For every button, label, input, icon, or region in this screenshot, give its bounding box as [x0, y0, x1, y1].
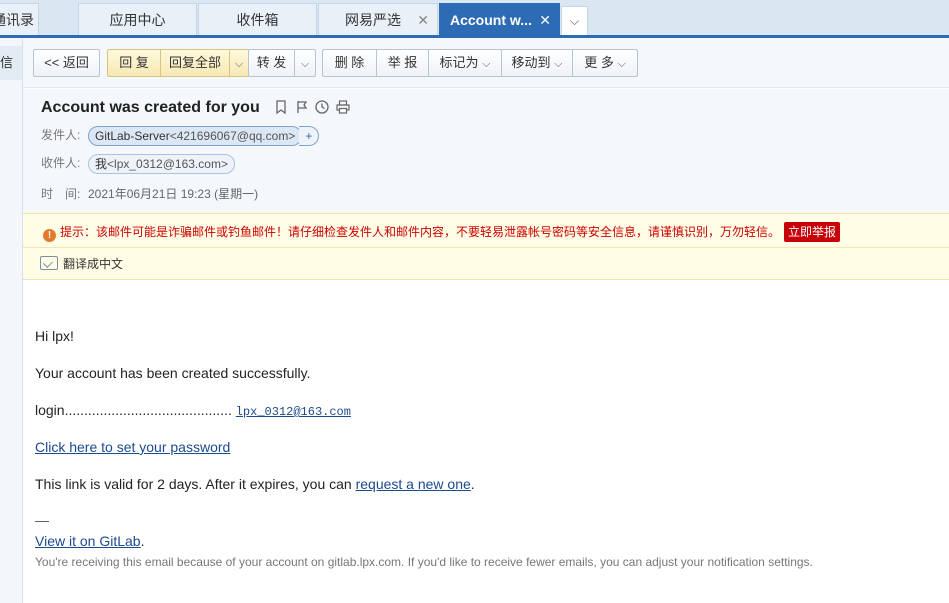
print-icon[interactable]: [336, 100, 350, 114]
time-label: 时 间:: [41, 187, 81, 201]
request-new-link[interactable]: request a new one: [356, 476, 471, 492]
recipient-row: 收件人: 我<lpx_0312@163.com>: [41, 154, 235, 174]
time-value: 2021年06月21日 19:23 (星期一): [88, 187, 259, 201]
footer-note: You're receiving this email because of y…: [35, 555, 813, 569]
login-label: login...................................…: [35, 402, 232, 418]
close-icon[interactable]: ✕: [417, 4, 429, 35]
mark-as-button[interactable]: 标记为 ⌵: [428, 49, 502, 77]
mail-header: Account was created for you 发件人: GitLab-S…: [23, 89, 949, 213]
chevron-down-icon: ⌵: [617, 58, 626, 70]
login-email-link[interactable]: lpx_0312@163.com: [236, 405, 351, 419]
reply-all-button[interactable]: 回复全部: [160, 49, 230, 77]
set-password-link[interactable]: Click here to set your password: [35, 439, 230, 455]
time-row: 时 间: 2021年06月21日 19:23 (星期一): [41, 185, 258, 202]
chevron-down-icon: ⌵: [300, 58, 310, 70]
signature-dash: —: [35, 512, 49, 528]
validity-line: This link is valid for 2 days. After it …: [35, 476, 475, 492]
translate-link[interactable]: 翻译成中文: [40, 255, 123, 273]
forward-button[interactable]: 转 发: [248, 49, 295, 77]
validity-text: This link is valid for 2 days. After it …: [35, 476, 356, 492]
tab-bar: 通讯录 应用中心 收件箱 网易严选 ✕ Account w... ✕ ⌵: [0, 0, 949, 38]
move-to-button[interactable]: 移动到 ⌵: [501, 49, 573, 77]
gitlab-end: .: [140, 533, 145, 549]
recipient-name: 我: [95, 157, 108, 171]
warning-line: ! 提示：该邮件可能是诈骗邮件或钓鱼邮件！请仔细检查发件人和邮件内容，不要轻易泄露…: [43, 222, 841, 242]
set-password-line: Click here to set your password: [35, 439, 230, 455]
translate-label: 翻译成中文: [63, 257, 124, 271]
close-icon[interactable]: ✕: [539, 4, 551, 35]
back-button[interactable]: << 返回: [33, 49, 100, 77]
phishing-warning: ! 提示：该邮件可能是诈骗邮件或钓鱼邮件！请仔细检查发件人和邮件内容，不要轻易泄露…: [23, 213, 949, 280]
divider: [23, 247, 949, 248]
sender-chip[interactable]: GitLab-Server<421696067@qq.com>: [88, 126, 303, 146]
tab-label: 应用中心: [109, 12, 166, 28]
forward-dropdown[interactable]: ⌵: [294, 49, 316, 77]
add-contact-button[interactable]: +: [299, 126, 320, 146]
gitlab-line: View it on GitLab.: [35, 533, 144, 549]
chevron-down-icon[interactable]: ⌵: [561, 6, 588, 35]
flag-icon[interactable]: [295, 100, 309, 114]
warning-text: 提示：该邮件可能是诈骗邮件或钓鱼邮件！请仔细检查发件人和邮件内容，不要轻易泄露帐…: [60, 225, 781, 239]
tab-label: 通讯录: [0, 12, 34, 28]
reply-all-dropdown[interactable]: ⌵: [229, 49, 249, 77]
sender-row: 发件人: GitLab-Server<421696067@qq.com> +: [41, 126, 320, 146]
more-button[interactable]: 更 多 ⌵: [572, 49, 638, 77]
report-button[interactable]: 举 报: [376, 49, 429, 77]
tab-account-email[interactable]: Account w... ✕: [439, 3, 560, 35]
body-line: Your account has been created successful…: [35, 365, 311, 381]
sender-address: <421696067@qq.com>: [169, 129, 296, 143]
warning-icon: !: [43, 229, 56, 242]
translate-icon: [40, 256, 58, 270]
tab-inbox[interactable]: 收件箱: [198, 3, 317, 35]
login-line: login...................................…: [35, 402, 351, 419]
move-to-label: 移动到: [511, 55, 551, 70]
chevron-down-icon: ⌵: [482, 58, 491, 70]
tab-yanxuan[interactable]: 网易严选 ✕: [318, 3, 438, 35]
chevron-down-icon: ⌵: [234, 58, 244, 70]
validity-end: .: [470, 476, 475, 492]
tab-app-center[interactable]: 应用中心: [78, 3, 197, 35]
tab-contacts[interactable]: 通讯录: [0, 3, 39, 35]
sidebar-item[interactable]: 信: [0, 46, 22, 80]
report-now-button[interactable]: 立即举报: [784, 222, 841, 242]
recipient-address: <lpx_0312@163.com>: [107, 157, 228, 171]
greeting: Hi lpx!: [35, 328, 74, 344]
view-on-gitlab-link[interactable]: View it on GitLab: [35, 533, 141, 549]
sidebar-sliver: 信: [0, 38, 23, 603]
delete-button[interactable]: 删 除: [322, 49, 377, 77]
more-label: 更 多: [584, 55, 614, 70]
recipient-label: 收件人:: [41, 156, 81, 171]
sender-label: 发件人:: [41, 128, 81, 143]
mail-toolbar: << 返回 回 复 回复全部 ⌵ 转 发 ⌵ 删 除 举 报 标记为 ⌵ 移动到…: [23, 38, 949, 88]
clock-icon[interactable]: [315, 100, 329, 114]
chevron-down-icon: ⌵: [554, 58, 563, 70]
tab-label: 收件箱: [236, 12, 279, 28]
recipient-chip[interactable]: 我<lpx_0312@163.com>: [88, 154, 235, 174]
sender-name: GitLab-Server: [95, 129, 170, 143]
reply-button[interactable]: 回 复: [107, 49, 161, 77]
mark-as-label: 标记为: [439, 55, 479, 70]
tab-label: Account w...: [450, 12, 532, 28]
bookmark-icon[interactable]: [274, 100, 288, 115]
tab-label: 网易严选: [345, 12, 401, 28]
email-subject: Account was created for you: [41, 99, 260, 116]
